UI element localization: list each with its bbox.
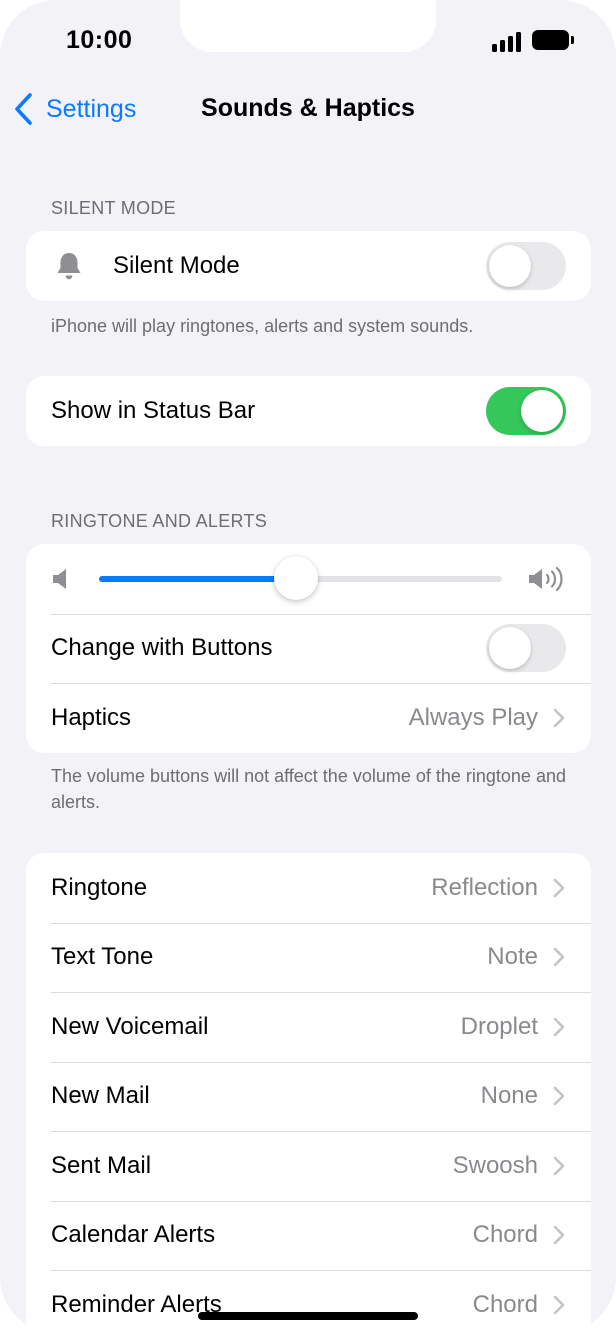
chevron-right-icon: [553, 878, 565, 898]
chevron-right-icon: [553, 1225, 565, 1245]
sound-row-new-mail[interactable]: New Mail None: [26, 1061, 591, 1132]
sound-row-label: Calendar Alerts: [51, 1221, 216, 1249]
ringtone-alerts-footer: The volume buttons will not affect the v…: [51, 766, 566, 812]
sound-row-label: New Mail: [51, 1082, 150, 1110]
show-in-status-bar-row: Show in Status Bar: [26, 376, 591, 446]
page-title: Sounds & Haptics: [201, 94, 415, 122]
haptics-row[interactable]: Haptics Always Play: [26, 683, 591, 753]
sounds-group: Ringtone Reflection Text Tone Note New V…: [26, 853, 591, 1333]
section-header-silent-mode: SILENT MODE: [51, 198, 176, 218]
chevron-right-icon: [553, 1017, 565, 1037]
volume-slider[interactable]: [99, 555, 502, 600]
speaker-high-icon: [529, 566, 563, 591]
sound-row-value: Chord: [472, 1290, 538, 1318]
volume-slider-knob[interactable]: [274, 555, 319, 600]
change-with-buttons-row: Change with Buttons: [26, 613, 591, 684]
silent-mode-group: Silent Mode: [26, 231, 591, 301]
sound-row-text-tone[interactable]: Text Tone Note: [26, 922, 591, 993]
haptics-value: Always Play: [408, 703, 538, 731]
show-in-status-bar-toggle[interactable]: [486, 386, 566, 435]
battery-icon: [532, 30, 574, 50]
silent-mode-label: Silent Mode: [113, 251, 240, 279]
sound-row-new-voicemail[interactable]: New Voicemail Droplet: [26, 992, 591, 1062]
cellular-signal-icon: [492, 30, 524, 52]
sound-row-label: Sent Mail: [51, 1151, 152, 1179]
home-indicator[interactable]: [198, 1312, 418, 1320]
notch: [180, 0, 436, 52]
silent-mode-row: Silent Mode: [26, 231, 591, 301]
phone-screen: 10:00 Settings Sounds & Haptics SILENT M…: [0, 0, 616, 1333]
status-bar-group: Show in Status Bar: [26, 376, 591, 446]
bell-icon: [57, 252, 81, 280]
sound-row-value: Reflection: [431, 873, 538, 901]
sound-row-value: Note: [487, 943, 538, 971]
sound-row-value: Chord: [472, 1221, 538, 1249]
sound-row-reminder-alerts[interactable]: Reminder Alerts Chord: [26, 1270, 591, 1333]
show-in-status-bar-label: Show in Status Bar: [51, 396, 256, 424]
change-with-buttons-toggle[interactable]: [486, 624, 566, 673]
chevron-right-icon: [553, 1295, 565, 1315]
chevron-right-icon: [553, 708, 565, 728]
sound-row-calendar-alerts[interactable]: Calendar Alerts Chord: [26, 1200, 591, 1271]
sound-row-ringtone[interactable]: Ringtone Reflection: [26, 853, 591, 923]
sound-row-label: Text Tone: [51, 943, 154, 971]
chevron-right-icon: [553, 947, 565, 967]
sound-row-value: None: [480, 1082, 538, 1110]
speaker-low-icon: [53, 568, 66, 589]
silent-mode-toggle[interactable]: [486, 241, 566, 290]
volume-slider-row: [26, 544, 591, 614]
volume-slider-fill: [99, 575, 297, 582]
ringtone-alerts-group: Change with Buttons Haptics Always Play: [26, 544, 591, 753]
chevron-right-icon: [553, 1156, 565, 1176]
chevron-right-icon: [553, 1086, 565, 1106]
sound-row-sent-mail[interactable]: Sent Mail Swoosh: [26, 1131, 591, 1201]
section-header-ringtone-alerts: RINGTONE AND ALERTS: [51, 511, 268, 531]
change-with-buttons-label: Change with Buttons: [51, 634, 273, 662]
status-time: 10:00: [66, 26, 133, 54]
sound-row-label: New Voicemail: [51, 1012, 209, 1040]
sound-row-value: Swoosh: [452, 1151, 538, 1179]
haptics-label: Haptics: [51, 703, 132, 731]
sound-row-value: Droplet: [460, 1012, 538, 1040]
silent-mode-footer: iPhone will play ringtones, alerts and s…: [51, 316, 474, 336]
sound-row-label: Ringtone: [51, 873, 148, 901]
